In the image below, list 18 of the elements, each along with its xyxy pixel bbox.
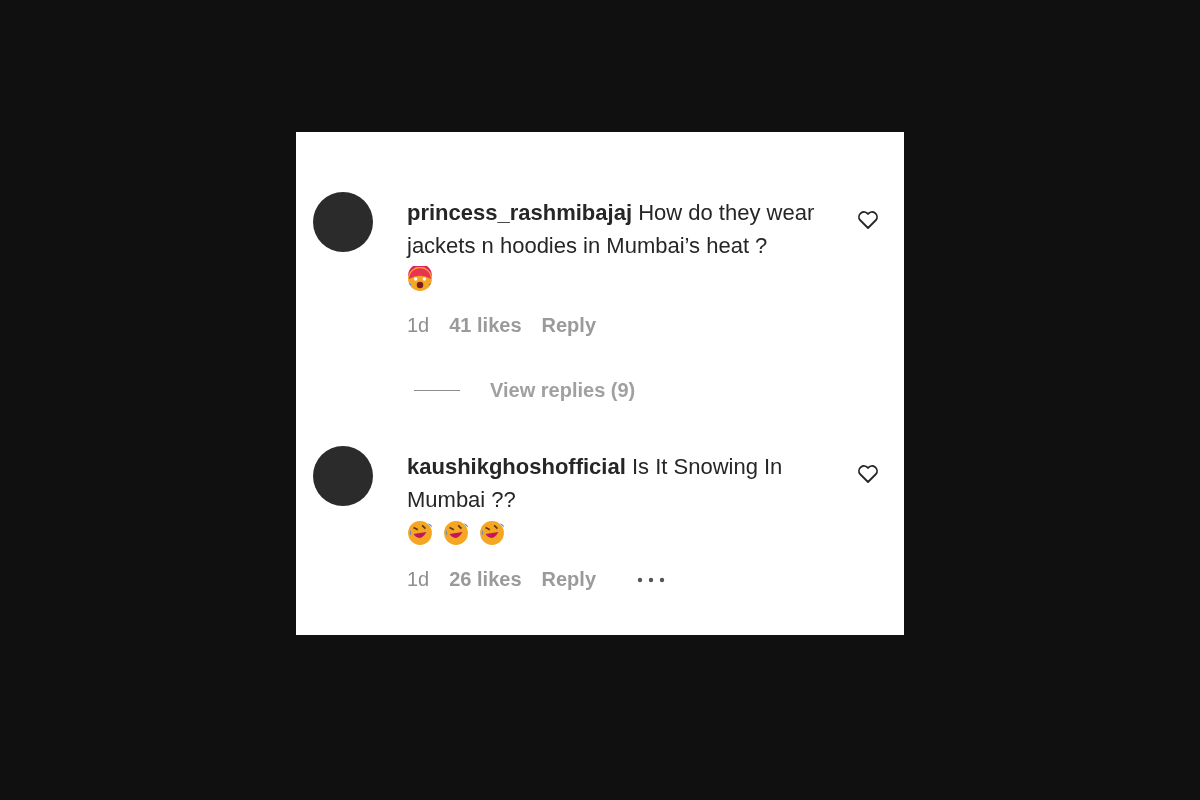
laughing-face-emoji-icon	[407, 520, 433, 546]
laughing-face-emoji-icon	[443, 520, 469, 546]
more-options-icon[interactable]	[636, 575, 666, 584]
likes-count[interactable]: 26 likes	[449, 568, 522, 591]
view-replies-link[interactable]: View replies (9)	[490, 379, 636, 402]
heart-icon[interactable]	[856, 208, 880, 232]
avatar-photo-placeholder	[313, 192, 373, 252]
comment-text: kaushikghoshofficial Is It Snowing In Mumbai ??	[407, 453, 784, 514]
comment-time: 1d	[407, 314, 430, 337]
hot-face-emoji-icon	[407, 266, 433, 292]
reply-link[interactable]: Reply	[541, 314, 596, 337]
reply-link[interactable]: Reply	[541, 568, 596, 591]
laughing-face-emoji-icon	[479, 520, 505, 546]
likes-count[interactable]: 41 likes	[449, 314, 522, 337]
heart-icon[interactable]	[856, 462, 880, 486]
comment-text: princess_rashmibajaj How do they wear jackets n hoodies in Mumbai’s heat ?	[407, 199, 816, 260]
avatar-photo-placeholder	[313, 446, 373, 506]
comment-time: 1d	[407, 568, 430, 591]
